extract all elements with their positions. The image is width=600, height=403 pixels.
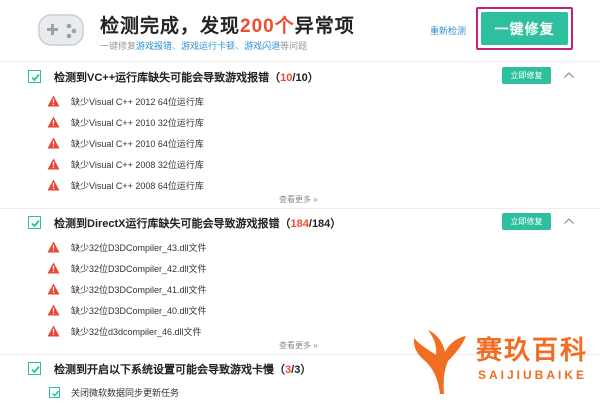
double-chevron-down-icon: » bbox=[313, 195, 318, 204]
warning-triangle-icon bbox=[47, 137, 60, 149]
checkmark-icon bbox=[31, 219, 40, 228]
item-label: 缺少Visual C++ 2010 64位运行库 bbox=[71, 139, 204, 149]
double-chevron-down-icon: » bbox=[313, 341, 318, 350]
item-label: 缺少Visual C++ 2010 32位运行库 bbox=[71, 118, 204, 128]
chevron-up-icon[interactable] bbox=[563, 70, 575, 80]
warning-triangle-icon bbox=[47, 283, 60, 295]
item-label: 缺少32位D3DCompiler_43.dll文件 bbox=[71, 243, 207, 253]
item-label: 缺少32位D3DCompiler_41.dll文件 bbox=[71, 285, 207, 295]
list-item: 缺少32位D3DCompiler_42.dll文件 bbox=[0, 259, 600, 279]
section-title: 检测到开启以下系统设置可能会导致游戏卡慢（3/3） bbox=[54, 364, 312, 376]
item-label: 缺少Visual C++ 2008 32位运行库 bbox=[71, 160, 204, 170]
list-item: 缺少Visual C++ 2010 64位运行库 bbox=[0, 134, 600, 154]
link-game-crash[interactable]: 游戏闪退 bbox=[244, 41, 280, 51]
repair-now-button[interactable]: 立即修复 bbox=[502, 213, 551, 230]
section-checkbox[interactable] bbox=[28, 70, 41, 83]
checkmark-icon bbox=[31, 73, 40, 82]
watermark-pinyin: SAIJIUBAIKE bbox=[478, 368, 588, 382]
checkmark-icon bbox=[51, 390, 60, 397]
link-game-error[interactable]: 游戏报错 bbox=[136, 41, 172, 51]
section-title: 检测到VC++运行库缺失可能会导致游戏报错（10/10） bbox=[54, 72, 319, 84]
warning-triangle-icon bbox=[47, 179, 60, 191]
section-checkbox[interactable] bbox=[28, 362, 41, 375]
view-more-link[interactable]: 查看更多 » bbox=[279, 340, 318, 351]
fix-all-button-focus: 一键修复 bbox=[476, 7, 573, 50]
warning-triangle-icon bbox=[47, 158, 60, 170]
view-more-link[interactable]: 查看更多 » bbox=[279, 194, 318, 205]
item-label: 缺少Visual C++ 2012 64位运行库 bbox=[71, 97, 204, 107]
watermark-brand: 赛玖百科 bbox=[476, 335, 589, 365]
section-vcpp-header: 检测到VC++运行库缺失可能会导致游戏报错（10/10） 立即修复 bbox=[0, 64, 600, 90]
warning-triangle-icon bbox=[47, 95, 60, 107]
divider bbox=[0, 208, 600, 209]
rescan-link[interactable]: 重新检测 bbox=[430, 24, 466, 37]
list-item: 缺少Visual C++ 2008 32位运行库 bbox=[0, 155, 600, 175]
item-label: 缺少32位d3dcompiler_46.dll文件 bbox=[71, 327, 202, 337]
fix-all-button[interactable]: 一键修复 bbox=[481, 12, 568, 45]
section-checkbox[interactable] bbox=[28, 216, 41, 229]
brand-watermark: 赛玖百科 SAIJIUBAIKE bbox=[410, 324, 600, 403]
repair-now-button[interactable]: 立即修复 bbox=[502, 67, 551, 84]
chevron-up-icon[interactable] bbox=[563, 216, 575, 226]
list-item: 缺少Visual C++ 2010 32位运行库 bbox=[0, 113, 600, 133]
checkmark-icon bbox=[31, 365, 40, 374]
warning-triangle-icon bbox=[47, 241, 60, 253]
gamepad-icon bbox=[38, 14, 84, 46]
list-item: 缺少Visual C++ 2012 64位运行库 bbox=[0, 92, 600, 112]
list-item: 缺少32位D3DCompiler_40.dll文件 bbox=[0, 301, 600, 321]
page-title: 检测完成，发现200个异常项 bbox=[100, 16, 355, 37]
link-game-lag[interactable]: 游戏运行卡顿 bbox=[181, 41, 235, 51]
page-subtitle: 一键修复游戏报错、游戏运行卡顿、游戏闪退等问题 bbox=[100, 41, 308, 51]
warning-triangle-icon bbox=[47, 262, 60, 274]
list-item: 缺少32位D3DCompiler_41.dll文件 bbox=[0, 280, 600, 300]
list-item: 缺少Visual C++ 2008 64位运行库 bbox=[0, 176, 600, 196]
list-item: 缺少32位D3DCompiler_43.dll文件 bbox=[0, 238, 600, 258]
section-directx-header: 检测到DirectX运行库缺失可能会导致游戏报错（184/184） 立即修复 bbox=[0, 210, 600, 236]
item-label: 关闭微软数据同步更新任务 bbox=[71, 388, 180, 398]
item-label: 缺少Visual C++ 2008 64位运行库 bbox=[71, 181, 204, 191]
whale-tail-logo-icon bbox=[413, 330, 466, 394]
scan-result-header: 检测完成，发现200个异常项 一键修复游戏报错、游戏运行卡顿、游戏闪退等问题 重… bbox=[0, 0, 600, 62]
section-title: 检测到DirectX运行库缺失可能会导致游戏报错（184/184） bbox=[54, 218, 342, 230]
divider bbox=[0, 61, 600, 62]
warning-triangle-icon bbox=[47, 325, 60, 337]
warning-triangle-icon bbox=[47, 304, 60, 316]
item-label: 缺少32位D3DCompiler_40.dll文件 bbox=[71, 306, 207, 316]
anomaly-count: 200个 bbox=[240, 16, 295, 37]
item-label: 缺少32位D3DCompiler_42.dll文件 bbox=[71, 264, 207, 274]
warning-triangle-icon bbox=[47, 116, 60, 128]
item-checkbox[interactable] bbox=[49, 387, 60, 398]
